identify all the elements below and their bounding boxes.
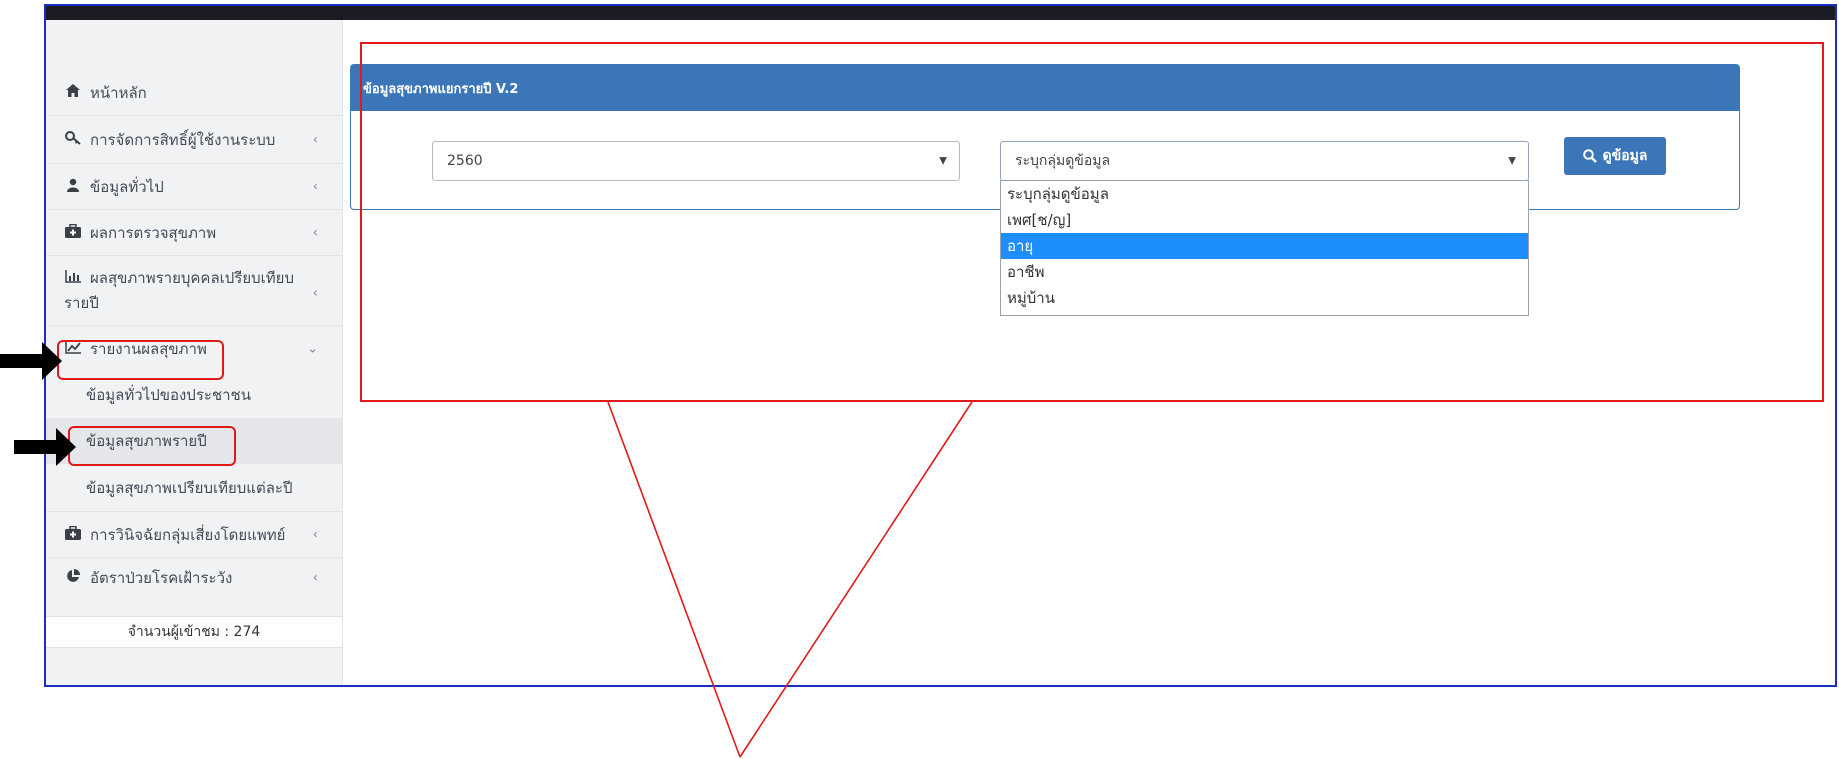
annotation-callout-lines bbox=[607, 401, 973, 758]
